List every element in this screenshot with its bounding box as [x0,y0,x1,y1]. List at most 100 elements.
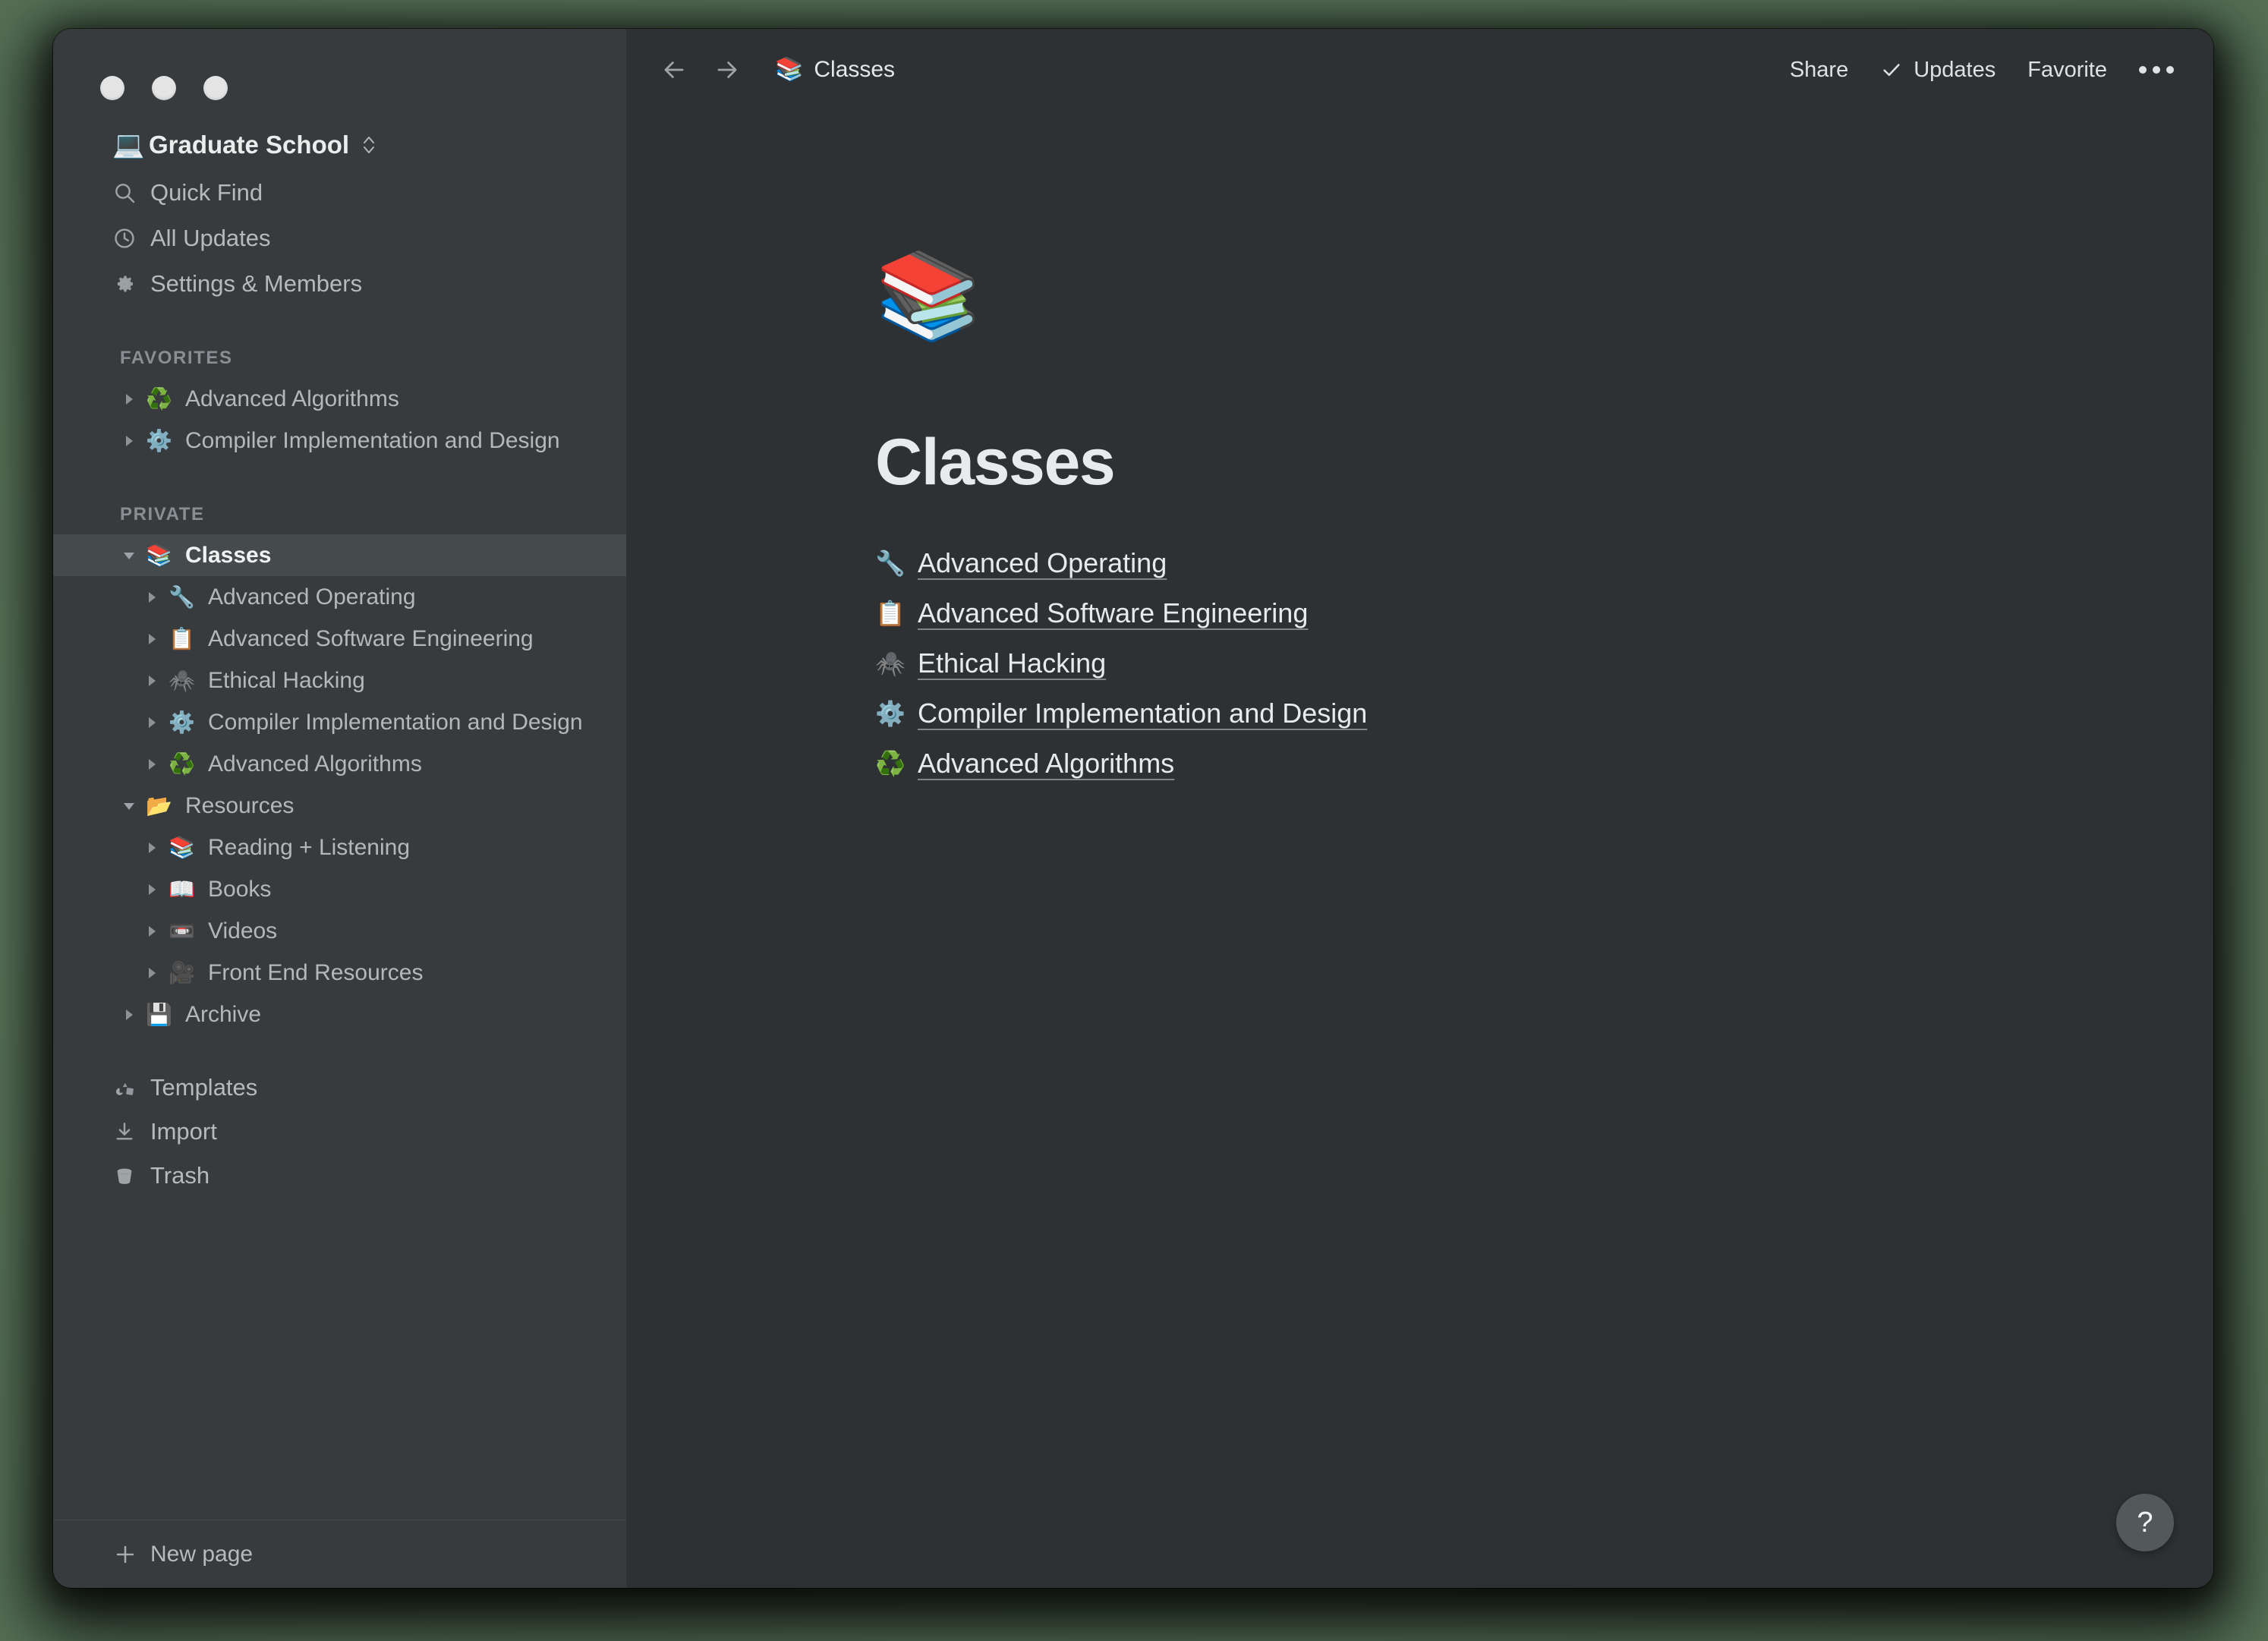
sidebar-item-trash[interactable]: Trash [53,1154,626,1198]
chevron-right-icon[interactable] [112,1007,146,1022]
books-emoji: 📚 [775,57,804,82]
sidebar-item-label: Reading + Listening [208,834,411,860]
page-link-advanced-operating[interactable]: 🔧 Advanced Operating [875,538,2213,588]
chevron-down-icon[interactable] [112,798,146,814]
page-scroll-area[interactable]: 📚 Classes 🔧 Advanced Operating 📋 Advance… [626,111,2213,1588]
plus-icon [112,1542,146,1567]
spider-emoji: 🕷️ [169,668,195,692]
back-button[interactable] [654,49,695,90]
chevron-right-icon[interactable] [135,882,169,897]
topbar: 📚 Classes Share Updates Favorite [626,29,2213,111]
clipboard-emoji: 📋 [875,600,906,627]
sidebar-item-favorites-compiler-implementation-and-design[interactable]: ⚙️ Compiler Implementation and Design [53,420,626,461]
sidebar-item-label: Archive [185,1001,262,1027]
section-header-favorites: FAVORITES [120,348,233,368]
favorite-button[interactable]: Favorite [2024,53,2110,87]
chevron-down-icon[interactable] [112,548,146,563]
chevron-right-icon[interactable] [135,924,169,939]
workspace-switcher[interactable]: 💻 Graduate School [53,120,626,170]
more-options-button[interactable] [2136,58,2177,81]
chevron-right-icon[interactable] [112,433,146,449]
sidebar-item-advanced-operating[interactable]: 🔧 Advanced Operating [53,576,626,618]
window-traffic-lights [53,29,626,112]
sidebar-scroll-area[interactable]: 💻 Graduate School Quick Find All Updates… [53,112,626,1520]
sidebar-item-label: Import [150,1118,217,1145]
breadcrumb-label: Classes [814,57,896,82]
sidebar-item-label: Advanced Algorithms [208,751,422,776]
chevron-right-icon[interactable] [135,715,169,730]
chevron-right-icon[interactable] [112,392,146,407]
sidebar-item-label: Front End Resources [208,959,424,985]
sidebar-item-ethical-hacking[interactable]: 🕷️ Ethical Hacking [53,660,626,701]
forward-button[interactable] [707,49,748,90]
minimize-button[interactable] [152,76,176,100]
chevron-right-icon[interactable] [135,590,169,605]
sidebar-item-label: Videos [208,918,278,943]
sidebar-item-advanced-algorithms[interactable]: ♻️ Advanced Algorithms [53,743,626,785]
ellipsis-dot [2139,66,2147,74]
sidebar-item-front-end-resources[interactable]: 🎥 Front End Resources [53,952,626,994]
page-link-label: Ethical Hacking [918,647,1107,679]
section-header-private: PRIVATE [120,504,205,524]
page-link-compiler-implementation-and-design[interactable]: ⚙️ Compiler Implementation and Design [875,688,2213,739]
close-button[interactable] [100,76,124,100]
import-icon [112,1120,146,1144]
open-folder-emoji: 📂 [146,793,172,817]
updates-button[interactable]: Updates [1877,53,1999,87]
chevron-right-icon[interactable] [135,965,169,981]
clipboard-emoji: 📋 [169,626,195,650]
sidebar-item-label: Compiler Implementation and Design [208,709,583,735]
sidebar-item-label: Classes [185,542,272,568]
sidebar-item-templates[interactable]: Templates [53,1066,626,1110]
page-link-label: Compiler Implementation and Design [918,698,1368,729]
floppy-disk-emoji: 💾 [146,1002,172,1026]
page-icon-books-emoji[interactable]: 📚 [875,254,2213,348]
page-link-label: Advanced Operating [918,547,1167,578]
page-title[interactable]: Classes [875,425,2213,500]
sidebar-item-compiler-implementation-and-design[interactable]: ⚙️ Compiler Implementation and Design [53,701,626,743]
chevron-right-icon[interactable] [135,840,169,855]
page-link-advanced-software-engineering[interactable]: 📋 Advanced Software Engineering [875,588,2213,638]
chevron-right-icon[interactable] [135,632,169,647]
sidebar-item-label: Ethical Hacking [208,667,365,693]
sidebar-item-archive[interactable]: 💾 Archive [53,994,626,1035]
ellipsis-dot [2153,66,2160,74]
zoom-button[interactable] [203,76,228,100]
new-page-button[interactable]: New page [53,1520,626,1588]
chevron-right-icon[interactable] [135,757,169,772]
trash-icon [112,1164,146,1188]
templates-icon [112,1076,146,1100]
sidebar-item-favorites-advanced-algorithms[interactable]: ♻️ Advanced Algorithms [53,378,626,420]
sidebar-item-settings-members[interactable]: Settings & Members [53,261,626,307]
sidebar-item-videos[interactable]: 📼 Videos [53,910,626,952]
topbar-actions: Share Updates Favorite [1787,53,2177,87]
sidebar-item-label: Resources [185,792,295,818]
sidebar-item-reading-listening[interactable]: 📚 Reading + Listening [53,827,626,868]
chevron-right-icon[interactable] [135,673,169,688]
open-book-emoji: 📖 [169,877,195,901]
clock-icon [112,226,146,250]
page-link-ethical-hacking[interactable]: 🕷️ Ethical Hacking [875,638,2213,688]
wrench-emoji: 🔧 [875,550,906,577]
updates-label: Updates [1914,57,1996,82]
workspace-name: Graduate School [149,131,350,159]
new-page-label: New page [150,1541,254,1567]
sidebar-item-quick-find[interactable]: Quick Find [53,170,626,216]
page-content: 📚 Classes 🔧 Advanced Operating 📋 Advance… [626,111,2213,789]
sidebar-item-label: Advanced Algorithms [185,386,399,411]
sidebar-item-import[interactable]: Import [53,1110,626,1154]
breadcrumb[interactable]: 📚 Classes [767,51,902,89]
sidebar-item-advanced-software-engineering[interactable]: 📋 Advanced Software Engineering [53,618,626,660]
sidebar-item-label: Quick Find [150,179,263,206]
recycle-emoji: ♻️ [875,750,906,777]
help-button[interactable]: ? [2116,1494,2174,1551]
page-link-label: Advanced Algorithms [918,748,1175,779]
page-link-advanced-algorithms[interactable]: ♻️ Advanced Algorithms [875,739,2213,789]
sidebar-item-all-updates[interactable]: All Updates [53,216,626,261]
notion-app-window: 💻 Graduate School Quick Find All Updates… [53,29,2213,1588]
sidebar-item-resources[interactable]: 📂 Resources [53,785,626,827]
sidebar-item-classes[interactable]: 📚 Classes [53,534,626,576]
sidebar-item-books[interactable]: 📖 Books [53,868,626,910]
share-button[interactable]: Share [1787,53,1851,87]
ellipsis-dot [2166,66,2174,74]
